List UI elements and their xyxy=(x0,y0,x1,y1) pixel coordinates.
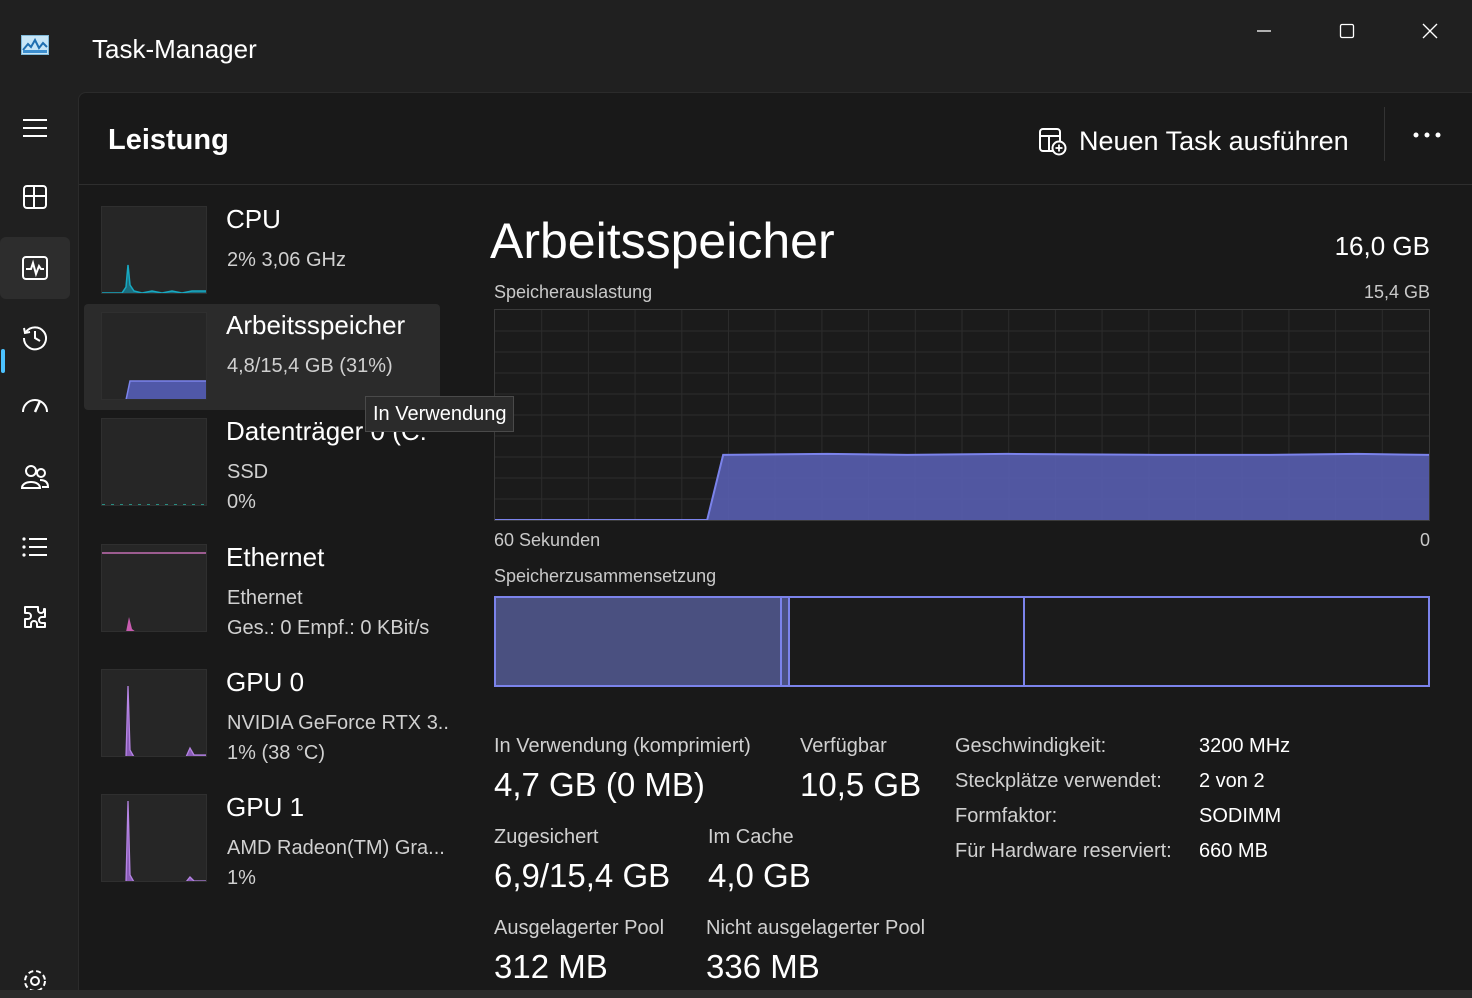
resource-summary: 4,8/15,4 GB (31%) xyxy=(227,355,393,377)
menu-icon xyxy=(23,119,47,137)
startup-apps-icon xyxy=(22,399,48,413)
detail-total-memory: 16,0 GB xyxy=(1334,231,1430,261)
resource-name: Arbeitsspeicher xyxy=(226,310,406,340)
resource-name: CPU xyxy=(226,204,281,234)
speed-value: 3200 MHz xyxy=(1199,735,1291,757)
settings-gear-icon xyxy=(24,970,46,992)
resource-summary: 1% (38 °C) xyxy=(227,742,326,764)
resource-ethernet[interactable]: Ethernet Ethernet Ges.: 0 Empf.: 0 KBit/… xyxy=(84,536,440,642)
gpu0-thumbnail-graph xyxy=(101,669,207,757)
available-value: 10,5 GB xyxy=(800,766,922,803)
resource-name: GPU 0 xyxy=(226,667,305,697)
more-options-button[interactable] xyxy=(1407,115,1447,155)
nav-processes[interactable] xyxy=(0,166,70,228)
page-header: Leistung Neuen Task ausführen xyxy=(79,93,1472,185)
resource-summary: 2% 3,06 GHz xyxy=(227,249,346,271)
run-task-icon xyxy=(1039,128,1067,156)
nonpaged-pool-value: 336 MB xyxy=(706,948,820,985)
slots-value: 2 von 2 xyxy=(1199,770,1265,792)
resource-cpu[interactable]: CPU 2% 3,06 GHz xyxy=(84,198,440,304)
in-use-value: 4,7 GB (0 MB) xyxy=(494,766,705,803)
task-manager-app-icon xyxy=(21,35,49,55)
run-new-task-button[interactable]: Neuen Task ausführen xyxy=(1037,121,1349,161)
paged-pool-value: 312 MB xyxy=(494,948,608,985)
nav-menu-button[interactable] xyxy=(0,97,70,159)
performance-icon xyxy=(22,256,48,280)
resource-summary: 0% xyxy=(227,491,256,513)
hardware-reserved-label: Für Hardware reserviert: xyxy=(955,840,1172,862)
memory-composition-bar xyxy=(494,596,1430,687)
resource-gpu0[interactable]: GPU 0 NVIDIA GeForce RTX 3.. 1% (38 °C) xyxy=(84,661,449,767)
resource-memory[interactable]: Arbeitsspeicher 4,8/15,4 GB (31%) xyxy=(84,304,440,410)
resource-type: SSD xyxy=(227,461,269,483)
memory-usage-chart xyxy=(495,310,1429,521)
users-icon xyxy=(20,465,50,489)
resource-model: NVIDIA GeForce RTX 3.. xyxy=(227,712,449,734)
nav-users[interactable] xyxy=(0,446,70,508)
slots-label: Steckplätze verwendet: xyxy=(955,770,1162,792)
maximize-button[interactable] xyxy=(1329,14,1365,48)
tooltip: In Verwendung xyxy=(365,396,515,432)
gpu1-thumbnail-graph xyxy=(101,794,207,882)
more-options-icon xyxy=(1413,132,1441,138)
close-icon xyxy=(1422,23,1438,39)
ethernet-thumbnail-graph xyxy=(101,544,207,632)
usage-graph-max: 15,4 GB xyxy=(1363,282,1430,302)
composition-label: Speicherzusammensetzung xyxy=(494,566,717,586)
cached-value: 4,0 GB xyxy=(708,857,811,894)
resource-adapter: Ethernet xyxy=(227,587,303,609)
memory-thumbnail-graph xyxy=(101,312,207,400)
resource-model: AMD Radeon(TM) Gra... xyxy=(227,837,445,859)
details-icon xyxy=(22,537,47,557)
app-history-icon xyxy=(22,326,47,351)
window-bottom-edge xyxy=(0,990,1472,998)
nav-performance[interactable] xyxy=(0,237,70,299)
speed-label: Geschwindigkeit: xyxy=(955,735,1107,757)
title-bar: Task-Manager xyxy=(0,0,1472,92)
window-title: Task-Manager xyxy=(92,34,257,64)
nav-services[interactable] xyxy=(0,586,70,648)
nav-app-history[interactable] xyxy=(0,306,70,368)
nav-startup-apps[interactable] xyxy=(0,376,70,438)
available-label: Verfügbar xyxy=(800,735,887,757)
cpu-thumbnail-graph xyxy=(101,206,207,294)
maximize-icon xyxy=(1339,23,1355,39)
resource-summary: Ges.: 0 Empf.: 0 KBit/s xyxy=(227,617,430,639)
header-divider xyxy=(1384,107,1385,161)
processes-icon xyxy=(23,185,47,209)
disk-thumbnail-graph xyxy=(101,418,207,506)
form-factor-label: Formfaktor: xyxy=(955,805,1058,827)
form-factor-value: SODIMM xyxy=(1199,805,1282,827)
resource-gpu1[interactable]: GPU 1 AMD Radeon(TM) Gra... 1% xyxy=(84,786,445,892)
time-axis-min: 0 xyxy=(1419,530,1430,550)
services-icon xyxy=(24,606,46,628)
page-title: Leistung xyxy=(108,124,229,156)
run-task-label: Neuen Task ausführen xyxy=(1079,125,1349,156)
time-axis-label: 60 Sekunden xyxy=(494,530,601,550)
composition-modified[interactable] xyxy=(782,598,790,685)
resource-name: Ethernet xyxy=(226,542,325,572)
committed-label: Zugesichert xyxy=(494,826,599,848)
composition-standby[interactable] xyxy=(790,598,1025,685)
detail-title: Arbeitsspeicher xyxy=(490,213,835,269)
navigation-rail xyxy=(0,92,78,998)
resource-summary: 1% xyxy=(227,867,256,889)
composition-in-use[interactable] xyxy=(496,598,782,685)
in-use-label: In Verwendung (komprimiert) xyxy=(494,735,751,757)
memory-usage-graph xyxy=(494,309,1430,521)
minimize-button[interactable] xyxy=(1246,14,1282,48)
resource-name: GPU 1 xyxy=(226,792,305,822)
close-button[interactable] xyxy=(1412,14,1448,48)
nav-details[interactable] xyxy=(0,516,70,578)
nonpaged-pool-label: Nicht ausgelagerter Pool xyxy=(706,917,926,939)
paged-pool-label: Ausgelagerter Pool xyxy=(494,917,665,939)
hardware-reserved-value: 660 MB xyxy=(1199,840,1268,862)
usage-graph-label: Speicherauslastung xyxy=(494,282,653,302)
cached-label: Im Cache xyxy=(708,826,794,848)
committed-value: 6,9/15,4 GB xyxy=(494,857,671,894)
minimize-icon xyxy=(1257,30,1271,32)
active-nav-indicator xyxy=(1,349,5,373)
